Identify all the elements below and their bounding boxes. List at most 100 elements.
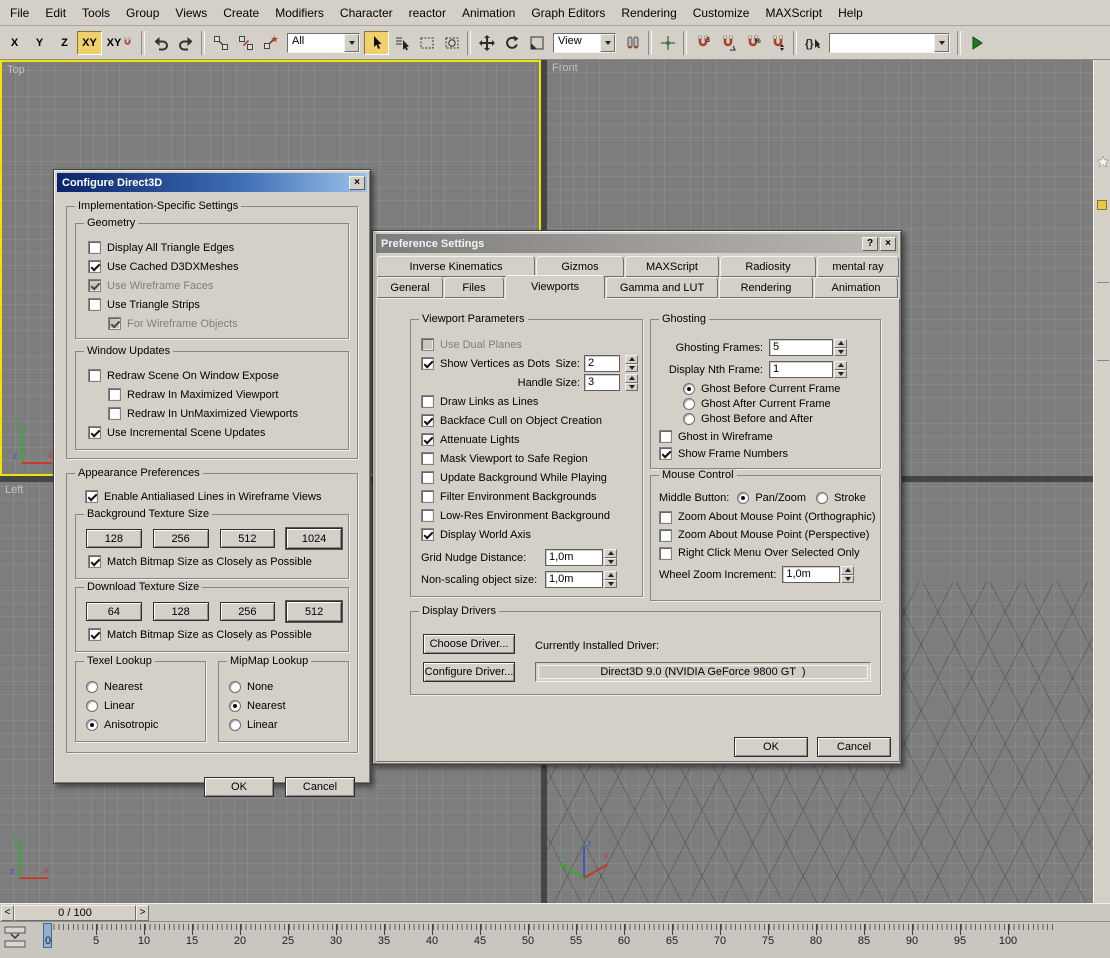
choose-driver-button[interactable]: Choose Driver... <box>423 634 515 654</box>
draw-links-as-lines-checkbox[interactable] <box>421 395 434 408</box>
menu-group[interactable]: Group <box>118 5 167 21</box>
texture-size-1024-button[interactable]: 1024 <box>286 528 342 549</box>
select-object-button[interactable] <box>364 31 389 55</box>
select-and-link-button[interactable] <box>208 31 233 55</box>
axis-xy-plane-button[interactable]: XY <box>77 31 102 55</box>
tab-radiosity[interactable]: Radiosity <box>720 256 816 277</box>
tab-mental-ray[interactable]: mental ray <box>817 256 899 277</box>
value-spinner[interactable] <box>834 339 847 356</box>
pan-zoom-radio[interactable] <box>737 492 749 504</box>
nearest-radio[interactable] <box>86 681 98 693</box>
show-vertices-as-dots-checkbox[interactable] <box>421 357 434 370</box>
spinner-down-icon[interactable] <box>834 370 847 379</box>
right-click-menu-over-selected-only-checkbox[interactable] <box>659 547 672 560</box>
attenuate-lights-checkbox[interactable] <box>421 433 434 446</box>
menu-views[interactable]: Views <box>167 5 215 21</box>
match-bitmap-size-as-closely-as-possible-checkbox[interactable] <box>88 555 101 568</box>
spinner-up-icon[interactable] <box>841 566 854 575</box>
angle-snap-toggle-button[interactable] <box>715 31 740 55</box>
axis-z-button[interactable]: Z <box>52 31 77 55</box>
menu-help[interactable]: Help <box>830 5 871 21</box>
stroke-radio[interactable] <box>816 492 828 504</box>
menu-edit[interactable]: Edit <box>37 5 74 21</box>
display-nth-frame-field[interactable]: 1 <box>769 361 833 378</box>
use-triangle-strips-checkbox[interactable] <box>88 298 101 311</box>
value-spinner[interactable] <box>625 374 638 391</box>
cancel-button[interactable]: Cancel <box>817 737 891 757</box>
close-icon[interactable]: × <box>349 176 365 190</box>
menu-graph-editors[interactable]: Graph Editors <box>523 5 613 21</box>
use-incremental-scene-updates-checkbox[interactable] <box>88 426 101 439</box>
show-frame-numbers-checkbox[interactable] <box>659 447 672 460</box>
ghost-before-and-after-radio[interactable] <box>683 413 695 425</box>
tab-files[interactable]: Files <box>444 277 504 298</box>
help-icon[interactable]: ? <box>862 237 878 251</box>
spinner-up-icon[interactable] <box>604 571 617 580</box>
tab-rendering[interactable]: Rendering <box>719 277 813 298</box>
value-spinner[interactable] <box>625 355 638 372</box>
menu-character[interactable]: Character <box>332 5 401 21</box>
texture-size-64-button[interactable]: 64 <box>86 602 142 621</box>
spinner-down-icon[interactable] <box>834 348 847 357</box>
tab-animation[interactable]: Animation <box>814 277 898 298</box>
menu-reactor[interactable]: reactor <box>401 5 454 21</box>
ghost-after-current-frame-radio[interactable] <box>683 398 695 410</box>
menu-animation[interactable]: Animation <box>454 5 523 21</box>
ok-button[interactable]: OK <box>204 777 274 797</box>
menu-customize[interactable]: Customize <box>685 5 758 21</box>
redraw-in-maximized-viewport-checkbox[interactable] <box>108 388 121 401</box>
redo-button[interactable] <box>173 31 198 55</box>
preference-settings-titlebar[interactable]: Preference Settings ? × <box>376 234 898 253</box>
linear-radio[interactable] <box>86 700 98 712</box>
dropdown-arrow-icon[interactable] <box>600 34 615 52</box>
selection-filter-dropdown[interactable]: All <box>287 33 360 53</box>
select-and-move-button[interactable] <box>474 31 499 55</box>
select-and-manipulate-button[interactable] <box>655 31 680 55</box>
spinner-up-icon[interactable] <box>604 549 617 558</box>
wheel-zoom-increment-field[interactable]: 1,0m <box>782 566 840 583</box>
select-and-rotate-button[interactable] <box>499 31 524 55</box>
open-mini-curve-editor-button[interactable] <box>3 924 29 952</box>
linear-radio[interactable] <box>229 719 241 731</box>
grid-nudge-distance-field[interactable]: 1,0m <box>545 549 603 566</box>
spinner-up-icon[interactable] <box>834 339 847 348</box>
value-spinner[interactable] <box>604 549 617 566</box>
filter-environment-backgrounds-checkbox[interactable] <box>421 490 434 503</box>
zoom-about-mouse-point-perspective-checkbox[interactable] <box>659 529 672 542</box>
use-pivot-point-center-button[interactable] <box>620 31 645 55</box>
spinner-down-icon[interactable] <box>604 580 617 589</box>
dropdown-arrow-icon[interactable] <box>934 34 949 52</box>
size-field[interactable]: 2 <box>584 355 620 372</box>
track-bar[interactable]: 0510152025303540455055606570758085909510… <box>0 921 1110 958</box>
display-world-axis-checkbox[interactable] <box>421 528 434 541</box>
ok-button[interactable]: OK <box>734 737 808 757</box>
select-by-name-button[interactable] <box>389 31 414 55</box>
close-icon[interactable]: × <box>880 237 896 251</box>
mask-viewport-to-safe-region-checkbox[interactable] <box>421 452 434 465</box>
texture-size-256-button[interactable]: 256 <box>220 602 276 621</box>
menu-modifiers[interactable]: Modifiers <box>267 5 332 21</box>
non-scaling-object-size-field[interactable]: 1,0m <box>545 571 603 588</box>
ghost-before-current-frame-radio[interactable] <box>683 383 695 395</box>
spinner-snap-toggle-button[interactable] <box>765 31 790 55</box>
dropdown-arrow-icon[interactable] <box>344 34 359 52</box>
tab-gamma-and-lut[interactable]: Gamma and LUT <box>606 277 718 298</box>
tab-gizmos[interactable]: Gizmos <box>536 256 624 277</box>
spinner-up-icon[interactable] <box>625 374 638 383</box>
configure-direct3d-titlebar[interactable]: Configure Direct3D × <box>57 173 367 192</box>
enable-antialiased-lines-in-wireframe-view-checkbox[interactable] <box>85 490 98 503</box>
menu-rendering[interactable]: Rendering <box>613 5 684 21</box>
value-spinner[interactable] <box>604 571 617 588</box>
texture-size-512-button[interactable]: 512 <box>286 601 342 622</box>
none-radio[interactable] <box>229 681 241 693</box>
previous-frame-button[interactable]: < <box>1 905 14 921</box>
snaps-axis-constraint-toggle[interactable]: XY <box>102 31 138 55</box>
unlink-selection-button[interactable] <box>233 31 258 55</box>
edit-named-selection-sets-button[interactable]: {} <box>800 31 825 55</box>
spinner-up-icon[interactable] <box>834 361 847 370</box>
rectangular-selection-region-button[interactable] <box>414 31 439 55</box>
cancel-button[interactable]: Cancel <box>285 777 355 797</box>
value-spinner[interactable] <box>834 361 847 378</box>
reference-coordinate-system-dropdown[interactable]: View <box>553 33 616 53</box>
low-res-environment-background-checkbox[interactable] <box>421 509 434 522</box>
